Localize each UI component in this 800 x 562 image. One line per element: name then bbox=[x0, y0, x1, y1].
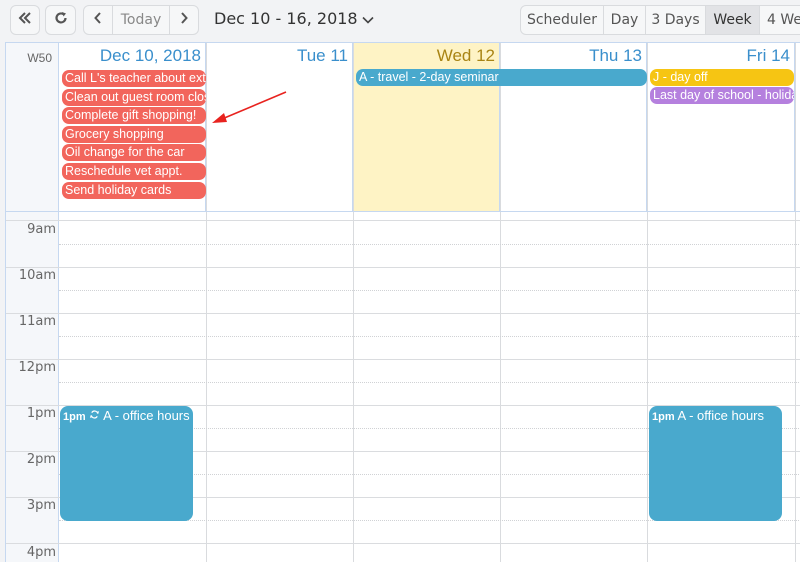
previous-button[interactable] bbox=[83, 5, 113, 35]
hour-label: 9am bbox=[27, 222, 56, 237]
event-title: Reschedule vet appt. bbox=[65, 164, 183, 178]
all-day-event[interactable]: Oil change for the car bbox=[62, 144, 206, 161]
event-title: Send holiday cards bbox=[65, 183, 172, 197]
refresh-button[interactable] bbox=[45, 5, 76, 35]
hour-label: 3pm bbox=[26, 498, 56, 513]
refresh-icon bbox=[54, 11, 68, 29]
today-button[interactable]: Today bbox=[112, 5, 170, 35]
hour-line bbox=[6, 313, 800, 314]
go-first-button[interactable] bbox=[10, 5, 40, 35]
view-label: 3 Days bbox=[651, 12, 700, 28]
day-column-wed[interactable]: Wed 12 bbox=[354, 43, 501, 562]
all-day-event[interactable]: Complete gift shopping! bbox=[62, 107, 206, 124]
view-label: Week bbox=[713, 12, 752, 28]
all-day-separator bbox=[6, 211, 800, 212]
day-header[interactable]: Wed 12 bbox=[437, 46, 495, 66]
event-title: A - office hours bbox=[677, 408, 765, 423]
hour-line bbox=[6, 543, 800, 544]
all-day-area[interactable] bbox=[207, 43, 353, 211]
event-title: A - office hours bbox=[103, 408, 190, 423]
half-hour-line bbox=[59, 382, 800, 383]
next-button[interactable] bbox=[169, 5, 199, 35]
day-header[interactable]: Tue 11 bbox=[297, 46, 348, 66]
hour-line bbox=[6, 220, 800, 221]
hour-line bbox=[6, 359, 800, 360]
event-title: Call L's teacher about extra credit bbox=[65, 71, 206, 85]
all-day-event[interactable]: J - day off bbox=[650, 69, 794, 86]
event-title: Complete gift shopping! bbox=[65, 108, 197, 122]
event-time: 1pm bbox=[652, 411, 675, 423]
chevron-left-icon bbox=[94, 12, 102, 28]
chevron-right-icon bbox=[180, 12, 188, 28]
event-title: A - travel - 2-day seminar bbox=[359, 70, 499, 84]
half-hour-line bbox=[59, 244, 800, 245]
event-title: Clean out guest room closet bbox=[65, 90, 206, 104]
view-day-button[interactable]: Day bbox=[603, 5, 646, 35]
all-day-event[interactable]: Call L's teacher about extra credit bbox=[62, 70, 206, 87]
hour-line bbox=[6, 267, 800, 268]
hour-label: 12pm bbox=[18, 360, 56, 375]
view-4weeks-button[interactable]: 4 Weeks bbox=[759, 5, 800, 35]
week-calendar: W50 Dec 10, 2018 Tue 11 Wed 12 Thu 13 Fr… bbox=[5, 42, 800, 562]
half-hour-line bbox=[59, 336, 800, 337]
view-label: Day bbox=[610, 12, 639, 28]
all-day-event[interactable]: Send holiday cards bbox=[62, 182, 206, 199]
half-hour-line bbox=[59, 290, 800, 291]
timed-event[interactable]: 1pm A - office hours bbox=[60, 406, 193, 521]
hour-label: 1pm bbox=[26, 406, 56, 421]
recurring-icon bbox=[89, 408, 103, 423]
all-day-event[interactable]: Last day of school - holiday break bbox=[650, 87, 794, 104]
hour-labels: 9am 10am 11am 12pm 1pm 2pm 3pm 4pm bbox=[6, 43, 59, 562]
view-label: Scheduler bbox=[526, 12, 598, 28]
view-3days-button[interactable]: 3 Days bbox=[645, 5, 706, 35]
day-header[interactable]: Dec 10, 2018 bbox=[100, 46, 201, 66]
view-week-button[interactable]: Week bbox=[705, 5, 760, 35]
event-title: Last day of school - holiday break bbox=[653, 88, 794, 102]
view-scheduler-button[interactable]: Scheduler bbox=[520, 5, 604, 35]
event-title: J - day off bbox=[653, 70, 708, 84]
event-title: Grocery shopping bbox=[65, 127, 164, 141]
view-label: 4 Weeks bbox=[767, 12, 800, 28]
all-day-event[interactable]: Clean out guest room closet bbox=[62, 89, 206, 106]
hour-label: 11am bbox=[18, 314, 56, 329]
day-column-thu[interactable]: Thu 13 bbox=[501, 43, 648, 562]
event-title: Oil change for the car bbox=[65, 145, 185, 159]
hour-label: 2pm bbox=[26, 452, 56, 467]
date-range-dropdown[interactable]: Dec 10 - 16, 2018 bbox=[214, 9, 374, 28]
day-header[interactable]: Fri 14 bbox=[747, 46, 790, 66]
day-header[interactable]: Thu 13 bbox=[589, 46, 642, 66]
timed-event[interactable]: 1pm A - office hours bbox=[649, 406, 782, 521]
all-day-event[interactable]: Grocery shopping bbox=[62, 126, 206, 143]
toolbar: Today Dec 10 - 16, 2018 Scheduler Day 3 … bbox=[0, 0, 800, 42]
day-column-tue[interactable]: Tue 11 bbox=[207, 43, 354, 562]
event-time: 1pm bbox=[63, 411, 86, 423]
all-day-event[interactable]: A - travel - 2-day seminar bbox=[356, 69, 647, 86]
today-label: Today bbox=[120, 12, 162, 28]
all-day-event[interactable]: Reschedule vet appt. bbox=[62, 163, 206, 180]
hour-label: 10am bbox=[18, 268, 56, 283]
double-chevron-left-icon bbox=[18, 12, 32, 28]
chevron-down-icon bbox=[362, 9, 374, 28]
date-range-label: Dec 10 - 16, 2018 bbox=[214, 9, 358, 28]
